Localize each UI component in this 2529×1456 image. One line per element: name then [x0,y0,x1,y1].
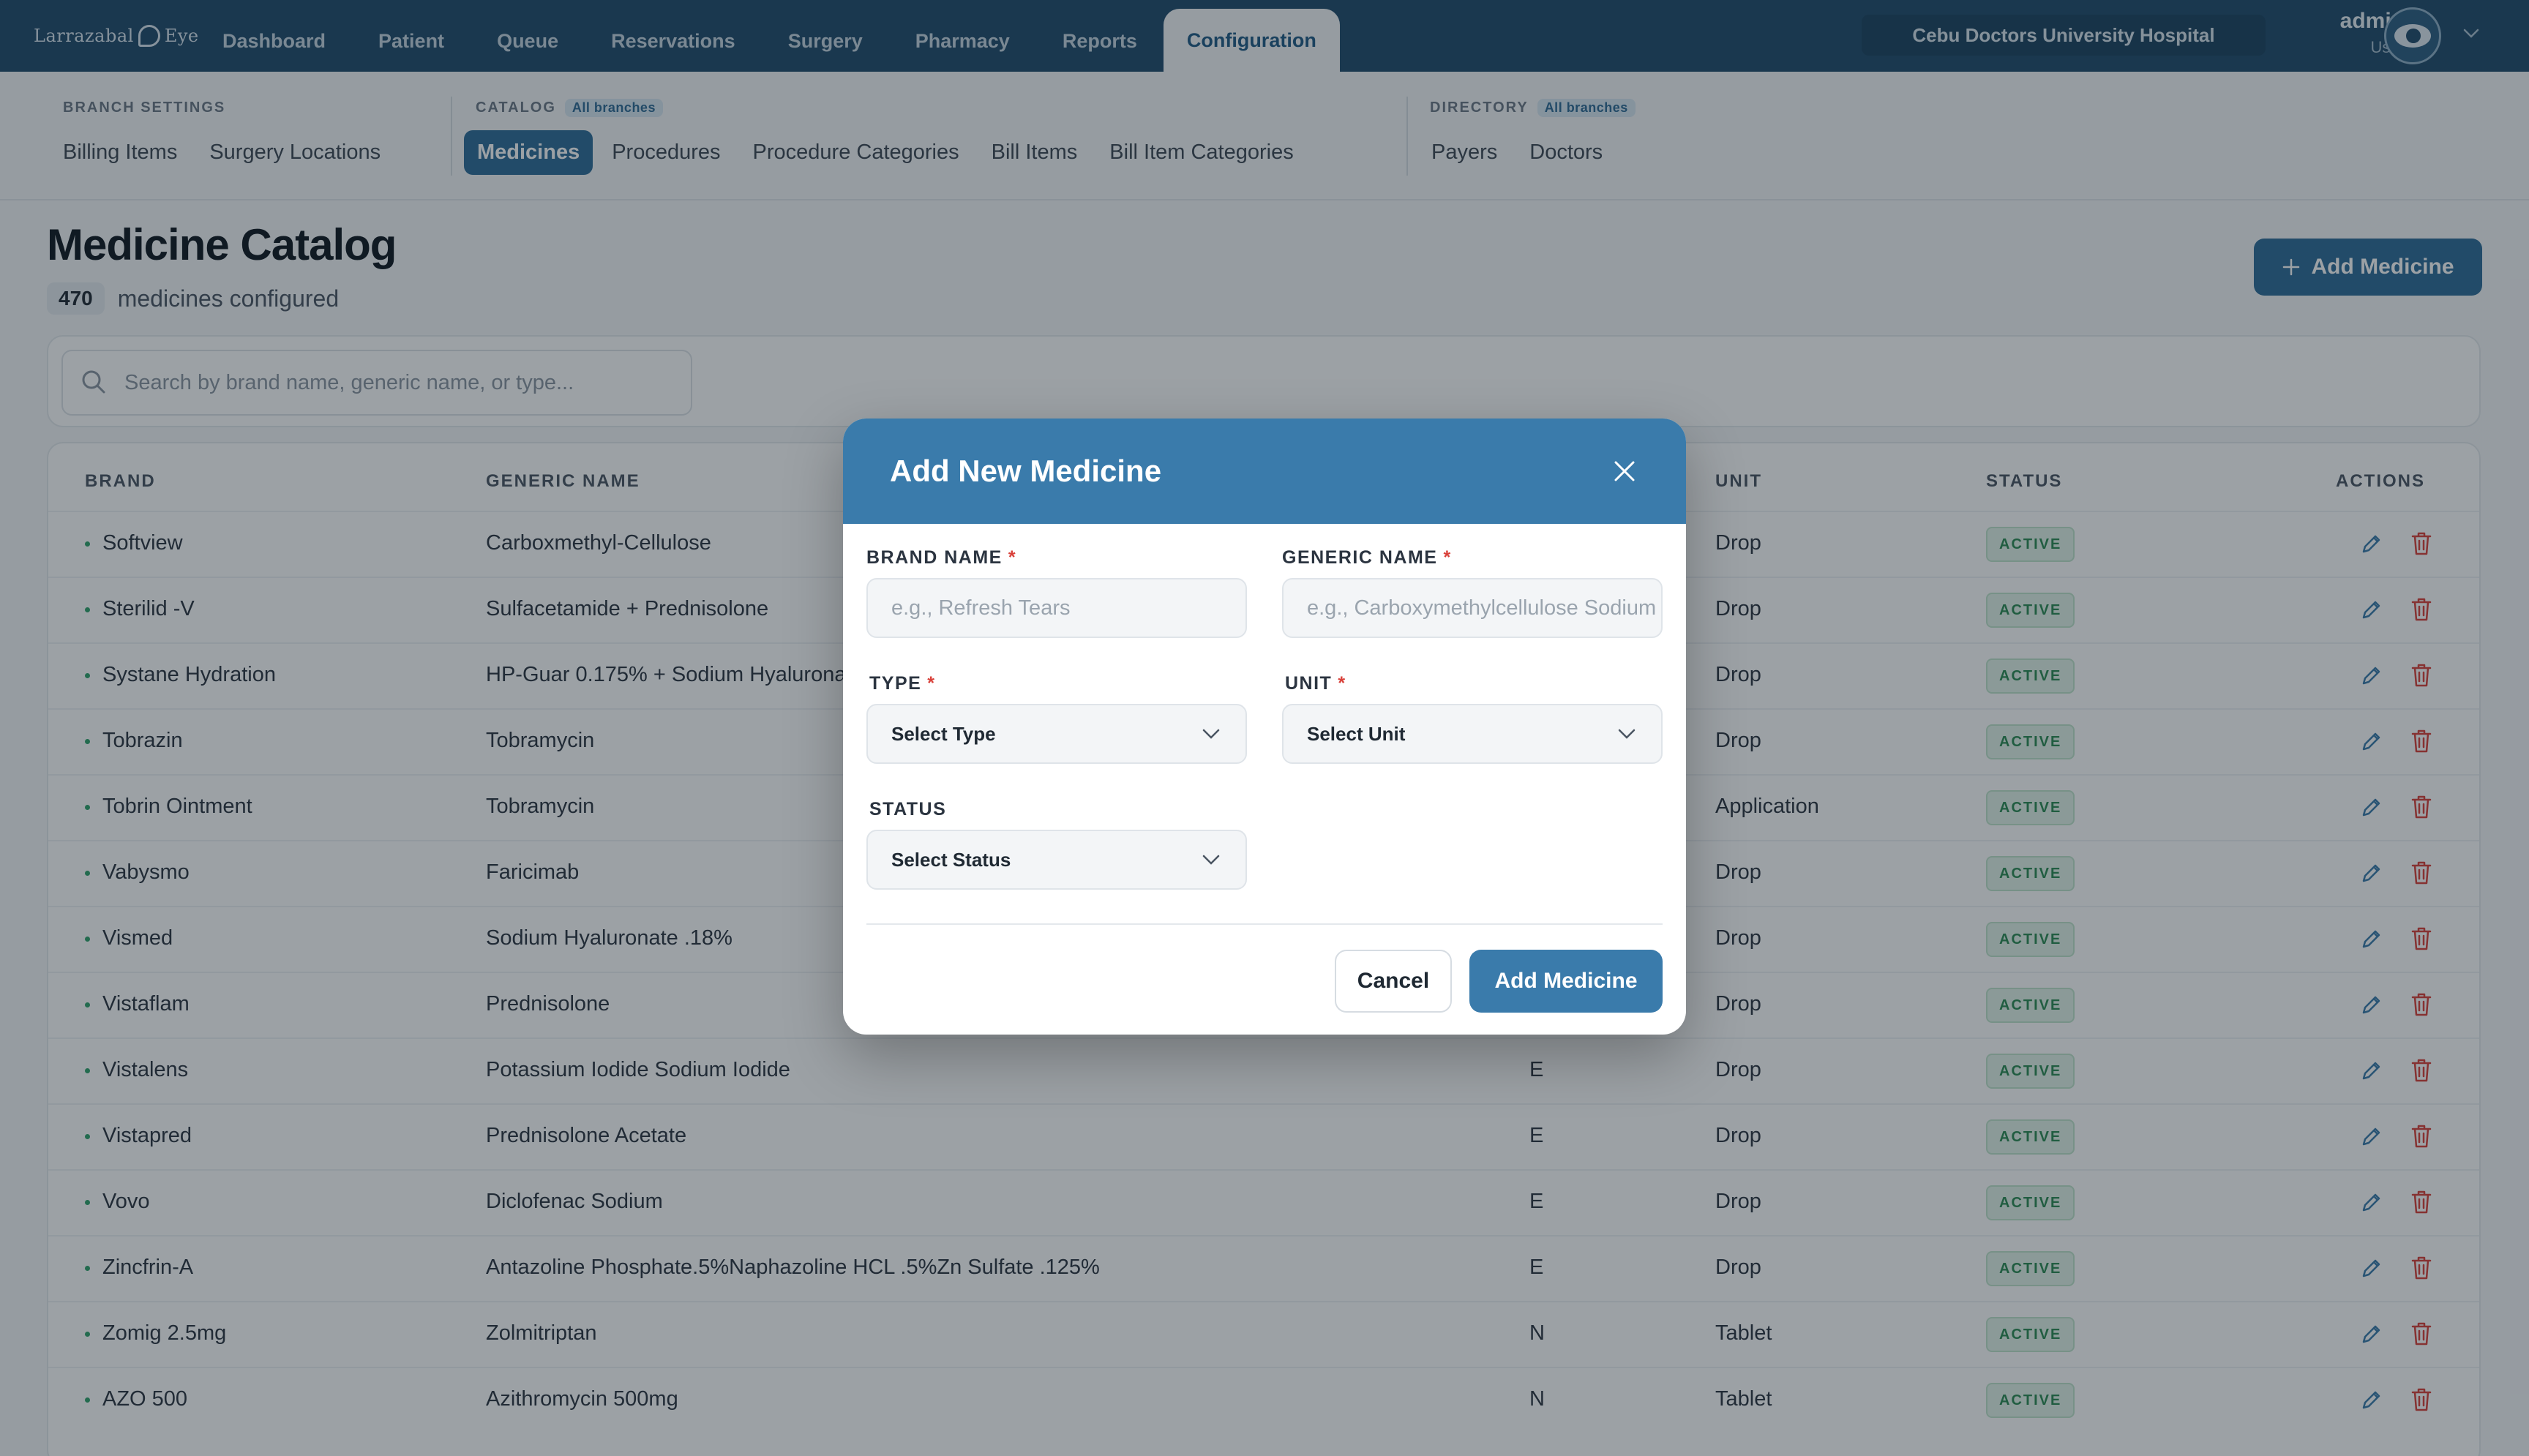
brand-name-label: BRAND NAME * [866,547,1016,568]
type-select[interactable]: Select Type [866,704,1247,764]
chevron-down-icon [1202,855,1220,865]
generic-name-input[interactable]: e.g., Carboxymethylcellulose Sodium [1282,578,1663,638]
unit-label-text: UNIT [1285,673,1333,694]
unit-select[interactable]: Select Unit [1282,704,1663,764]
chevron-down-icon [1618,729,1636,739]
unit-select-value: Select Unit [1307,722,1406,745]
required-mark: * [927,673,936,694]
brand-name-label-text: BRAND NAME [866,547,1003,568]
cancel-button[interactable]: Cancel [1335,950,1452,1013]
brand-name-input[interactable]: e.g., Refresh Tears [866,578,1247,638]
chevron-down-icon [1202,729,1220,739]
generic-name-label-text: GENERIC NAME [1282,547,1438,568]
modal-header: Add New Medicine [843,419,1686,524]
required-mark: * [1443,547,1452,568]
submit-add-medicine-button[interactable]: Add Medicine [1469,950,1663,1013]
status-label: STATUS [869,799,947,819]
unit-label: UNIT * [1285,673,1346,694]
required-mark: * [1338,673,1346,694]
add-medicine-modal: Add New Medicine BRAND NAME * e.g., Refre… [843,419,1686,1035]
divider [866,923,1663,925]
type-select-value: Select Type [891,722,996,745]
close-icon[interactable] [1604,451,1645,492]
status-select-value: Select Status [891,848,1011,871]
type-label: TYPE * [869,673,936,694]
generic-name-label: GENERIC NAME * [1282,547,1452,568]
modal-title: Add New Medicine [890,454,1162,488]
required-mark: * [1008,547,1017,568]
status-select[interactable]: Select Status [866,830,1247,890]
type-label-text: TYPE [869,673,922,694]
